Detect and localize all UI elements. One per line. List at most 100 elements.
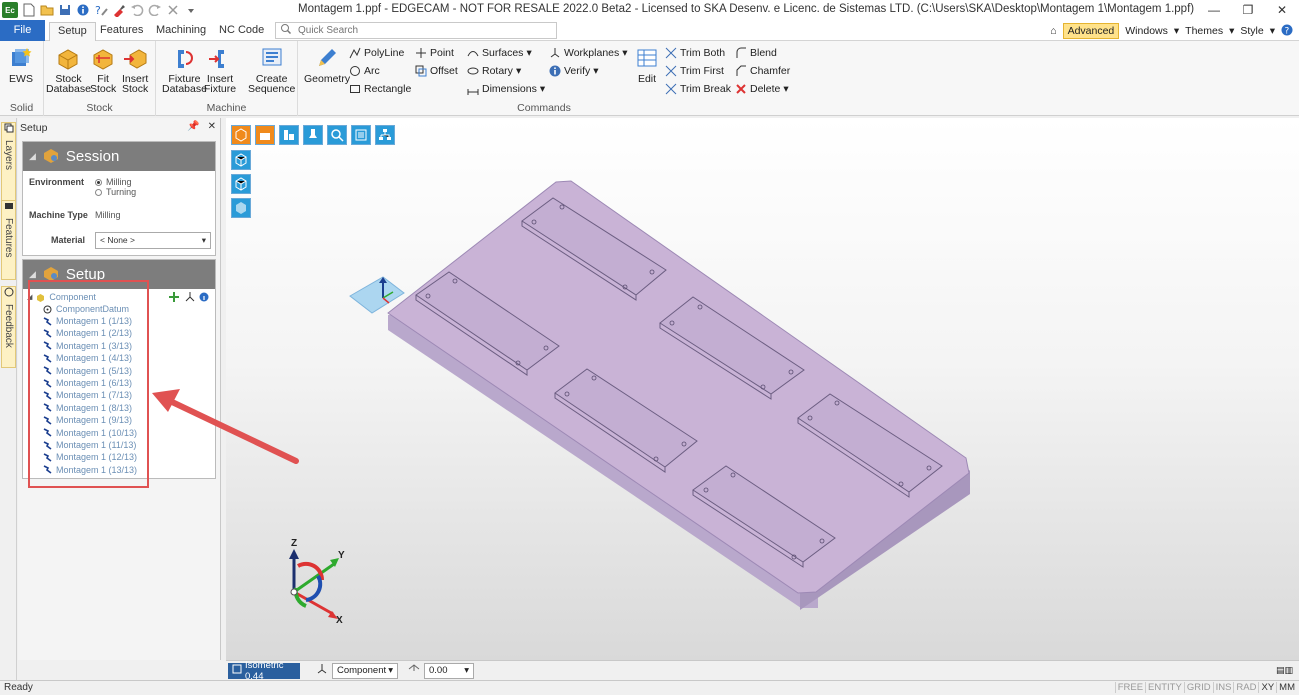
- quick-access-toolbar: Ec ?: [0, 2, 198, 18]
- layers-icon: [4, 123, 14, 136]
- surfaces-icon: [466, 46, 479, 59]
- close-icon[interactable]: ✕: [208, 121, 216, 132]
- ribbon-tabs: File Setup Features Machining NC Code ⌂ …: [0, 20, 1299, 41]
- layers-tab[interactable]: Layers: [1, 122, 16, 208]
- feedback-tab[interactable]: Feedback: [1, 286, 16, 368]
- rectangle-button[interactable]: Rectangle: [348, 82, 411, 95]
- material-select[interactable]: < None > ▾: [95, 232, 211, 249]
- cancel-icon[interactable]: [166, 3, 180, 17]
- panel-title: Setup: [20, 122, 48, 134]
- fit-stock-button[interactable]: Fit Stock: [90, 45, 116, 94]
- help-tool-icon[interactable]: ?: [94, 3, 108, 17]
- offset-button[interactable]: Offset: [414, 64, 458, 77]
- trim-break-button[interactable]: Trim Break: [664, 82, 731, 95]
- tab-machining[interactable]: Machining: [148, 22, 214, 41]
- dimensions-button[interactable]: Dimensions ▾: [466, 82, 545, 95]
- fit-stock-icon: [90, 45, 116, 71]
- trim-both-button[interactable]: Trim Both: [664, 46, 725, 59]
- delete-button[interactable]: Delete ▾: [734, 82, 789, 95]
- windows-menu[interactable]: Windows: [1125, 25, 1168, 37]
- status-flag-rad[interactable]: RAD: [1233, 682, 1258, 693]
- session-header[interactable]: ◢ Session: [23, 142, 215, 171]
- open-folder-icon[interactable]: [40, 3, 54, 17]
- help-icon[interactable]: ?: [1281, 24, 1293, 39]
- verify-button[interactable]: Verify ▾: [548, 64, 599, 77]
- surfaces-button[interactable]: Surfaces ▾: [466, 46, 532, 59]
- advanced-button[interactable]: Advanced: [1062, 23, 1120, 39]
- status-flag-free[interactable]: FREE: [1114, 682, 1145, 693]
- minimize-button[interactable]: —: [1197, 0, 1231, 20]
- radio-milling[interactable]: Milling: [95, 177, 132, 187]
- tab-file[interactable]: File: [0, 20, 45, 41]
- iso-view-icon: [232, 664, 242, 677]
- close-button[interactable]: ✕: [1265, 0, 1299, 20]
- chamfer-icon: [734, 64, 747, 77]
- chevron-down-icon: ▾: [539, 82, 546, 95]
- status-flag-xy[interactable]: XY: [1258, 682, 1276, 693]
- ews-button[interactable]: EWS: [8, 45, 34, 84]
- part-model[interactable]: [226, 118, 1299, 660]
- environment-label: Environment: [29, 177, 85, 187]
- tab-features[interactable]: Features: [92, 22, 151, 41]
- status-flag-entity[interactable]: ENTITY: [1145, 682, 1184, 693]
- radio-turning[interactable]: Turning: [95, 187, 136, 197]
- undo-icon[interactable]: [130, 3, 144, 17]
- status-flag-mm[interactable]: MM: [1276, 682, 1297, 693]
- stock-database-button[interactable]: Stock Database: [46, 45, 91, 94]
- group-stock: Stock Database Fit Stock Insert Stock St…: [44, 41, 156, 116]
- quick-search-input[interactable]: [292, 25, 542, 36]
- blend-button[interactable]: Blend: [734, 46, 777, 59]
- view-bar: Isometric 0.44 Component ▾ 0.00 ▾ ▤▥: [226, 660, 1299, 682]
- feedback-icon: [4, 287, 14, 300]
- layout-icons[interactable]: ▤▥: [1276, 665, 1293, 676]
- workplanes-button[interactable]: Workplanes ▾: [548, 46, 628, 59]
- new-file-icon[interactable]: [22, 3, 36, 17]
- info-icon[interactable]: [199, 292, 209, 305]
- tab-setup[interactable]: Setup: [49, 22, 96, 41]
- chamfer-button[interactable]: Chamfer: [734, 64, 790, 77]
- polyline-button[interactable]: PolyLine: [348, 46, 404, 59]
- paint-icon[interactable]: [112, 3, 126, 17]
- view-mode-button[interactable]: Isometric 0.44: [228, 660, 300, 682]
- style-menu[interactable]: Style: [1240, 25, 1263, 37]
- point-button[interactable]: Point: [414, 46, 454, 59]
- workplanes-icon: [548, 46, 561, 59]
- trim-first-icon: [664, 64, 677, 77]
- info-icon[interactable]: [76, 3, 90, 17]
- insert-stock-button[interactable]: Insert Stock: [122, 45, 148, 94]
- tab-nc-code[interactable]: NC Code: [211, 22, 272, 41]
- redo-icon[interactable]: [148, 3, 162, 17]
- arc-button[interactable]: Arc: [348, 64, 380, 77]
- qat-customize-icon[interactable]: [184, 3, 198, 17]
- maximize-button[interactable]: ❐: [1231, 0, 1265, 20]
- app-logo[interactable]: Ec: [2, 2, 18, 18]
- home-icon[interactable]: ⌂: [1050, 25, 1056, 37]
- create-sequence-icon: [259, 45, 285, 71]
- ribbon: EWS Solid Stock Database Fit Stock Inser…: [0, 41, 1299, 116]
- fixture-database-button[interactable]: Fixture Database: [162, 45, 207, 94]
- angle-select[interactable]: 0.00 ▾: [424, 662, 474, 679]
- pin-icon[interactable]: 📌: [187, 121, 199, 132]
- save-icon[interactable]: [58, 3, 72, 17]
- component-select[interactable]: Component ▾: [332, 662, 398, 679]
- create-sequence-button[interactable]: Create Sequence: [248, 45, 295, 94]
- quick-search[interactable]: [275, 22, 557, 39]
- status-flag-grid[interactable]: GRID: [1183, 682, 1213, 693]
- title-bar: Ec ? Montagem 1.ppf - EDGECAM - NOT FOR …: [0, 0, 1299, 20]
- graphics-viewport[interactable]: Z Y X: [226, 118, 1299, 660]
- add-component-icon[interactable]: [169, 292, 179, 305]
- insert-stock-icon: [122, 45, 148, 71]
- edit-button[interactable]: Edit: [634, 45, 660, 84]
- insert-fixture-button[interactable]: Insert Fixture: [204, 45, 236, 94]
- themes-menu[interactable]: Themes: [1185, 25, 1223, 37]
- status-flag-ins[interactable]: INS: [1212, 682, 1234, 693]
- collapse-icon[interactable]: ◢: [29, 269, 36, 280]
- rotary-button[interactable]: Rotary ▾: [466, 64, 521, 77]
- workplane-icon[interactable]: [185, 292, 195, 305]
- search-icon: [280, 23, 292, 38]
- trim-first-button[interactable]: Trim First: [664, 64, 724, 77]
- arc-icon: [348, 64, 361, 77]
- collapse-icon[interactable]: ◢: [29, 151, 36, 162]
- geometry-button[interactable]: Geometry: [304, 45, 350, 84]
- features-tab[interactable]: Features: [1, 200, 16, 280]
